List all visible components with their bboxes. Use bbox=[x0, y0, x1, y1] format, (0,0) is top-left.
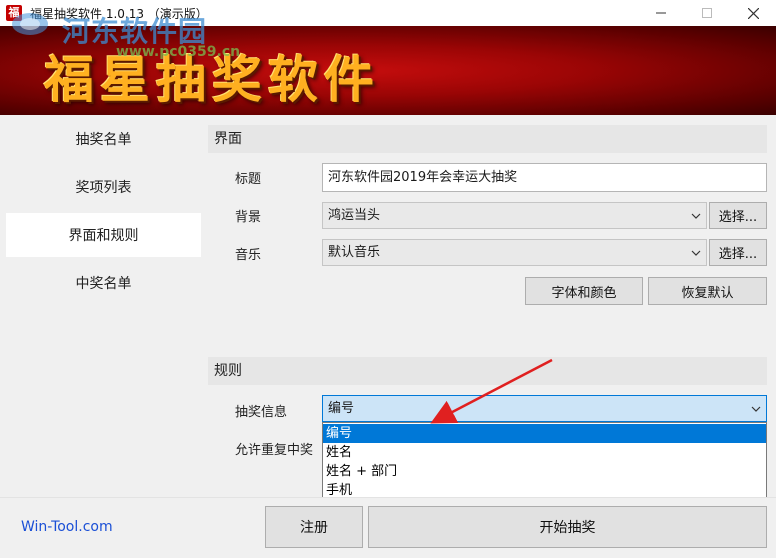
maximize-icon bbox=[702, 8, 712, 18]
section-header-interface: 界面 bbox=[208, 125, 767, 153]
allow-repeat-label: 允许重复中奖 bbox=[235, 443, 314, 458]
chevron-down-icon bbox=[751, 406, 761, 412]
music-select-value: 默认音乐 bbox=[328, 245, 381, 260]
close-button[interactable] bbox=[730, 0, 776, 26]
sidebar-item-interface-rules[interactable]: 界面和规则 bbox=[6, 213, 201, 257]
background-select[interactable]: 鸿运当头 bbox=[322, 202, 707, 229]
draw-info-dropdown-list: 编号 姓名 姓名 + 部门 手机 bbox=[322, 422, 767, 499]
background-label: 背景 bbox=[235, 210, 262, 225]
maximize-button[interactable] bbox=[684, 0, 730, 26]
dropdown-option-name[interactable]: 姓名 bbox=[323, 443, 766, 462]
minimize-icon bbox=[656, 12, 666, 14]
register-button[interactable]: 注册 bbox=[265, 506, 363, 548]
music-choose-button[interactable]: 选择... bbox=[709, 239, 767, 266]
title-input[interactable]: 河东软件园2019年会幸运大抽奖 bbox=[322, 163, 767, 192]
sidebar-item-prize-list[interactable]: 奖项列表 bbox=[6, 165, 201, 209]
sidebar-item-winner-list[interactable]: 中奖名单 bbox=[6, 261, 201, 305]
background-select-value: 鸿运当头 bbox=[328, 208, 381, 223]
minimize-button[interactable] bbox=[638, 0, 684, 26]
draw-info-select[interactable]: 编号 bbox=[322, 395, 767, 422]
restore-default-button[interactable]: 恢复默认 bbox=[648, 277, 767, 305]
website-link[interactable]: Win-Tool.com bbox=[21, 519, 113, 535]
start-draw-button[interactable]: 开始抽奖 bbox=[368, 506, 767, 548]
close-icon bbox=[747, 7, 759, 19]
draw-info-select-value: 编号 bbox=[328, 401, 355, 416]
music-label: 音乐 bbox=[235, 248, 262, 263]
title-label: 标题 bbox=[235, 172, 262, 187]
chevron-down-icon bbox=[691, 213, 701, 219]
watermark-logo-icon bbox=[12, 13, 48, 35]
watermark-url: www.pc0359.cn bbox=[116, 44, 241, 60]
font-color-button[interactable]: 字体和颜色 bbox=[525, 277, 643, 305]
sidebar-item-draw-list[interactable]: 抽奖名单 bbox=[6, 117, 201, 161]
music-select[interactable]: 默认音乐 bbox=[322, 239, 707, 266]
draw-info-label: 抽奖信息 bbox=[235, 405, 288, 420]
dropdown-option-id[interactable]: 编号 bbox=[323, 424, 766, 443]
chevron-down-icon bbox=[691, 250, 701, 256]
section-header-rules: 规则 bbox=[208, 357, 767, 385]
background-choose-button[interactable]: 选择... bbox=[709, 202, 767, 229]
dropdown-option-name-dept[interactable]: 姓名 + 部门 bbox=[323, 462, 766, 481]
